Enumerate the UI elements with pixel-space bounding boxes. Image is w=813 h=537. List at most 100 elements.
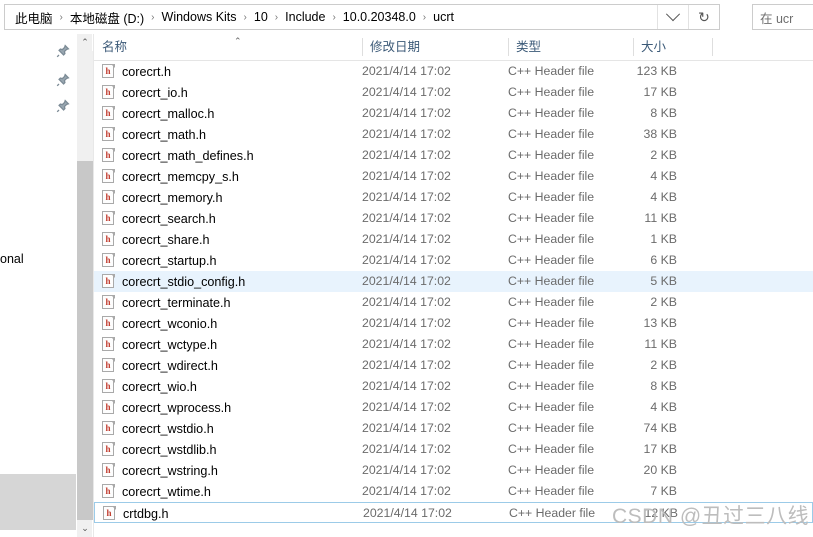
- scrollbar-track[interactable]: [77, 161, 93, 520]
- file-row[interactable]: h corecrt_wstdio.h 2021/4/14 17:02 C++ Head…: [94, 418, 813, 439]
- column-header-name[interactable]: 名称: [94, 34, 362, 60]
- column-header-type[interactable]: 类型: [508, 34, 633, 60]
- file-row[interactable]: h corecrt_wdirect.h 2021/4/14 17:02 C++ Hea…: [94, 355, 813, 376]
- file-row[interactable]: h corecrt_wtime.h 2021/4/14 17:02 C++ Heade…: [94, 481, 813, 502]
- search-box[interactable]: 在 ucr: [752, 4, 813, 30]
- file-size: 5 KB: [650, 274, 677, 288]
- file-name-cell[interactable]: h corecrt_math_defines.h: [102, 145, 254, 166]
- scroll-up-arrow-icon[interactable]: ⌃: [77, 34, 93, 51]
- file-type: C++ Header file: [508, 106, 595, 120]
- file-row[interactable]: h corecrt_terminate.h 2021/4/14 17:02 C++ H…: [94, 292, 813, 313]
- file-name-cell[interactable]: h corecrt_wstdio.h: [102, 418, 214, 439]
- file-name-cell[interactable]: h corecrt_wstdlib.h: [102, 439, 217, 460]
- file-name-cell[interactable]: h corecrt_stdio_config.h: [102, 271, 245, 292]
- file-row[interactable]: h corecrt_wstring.h 2021/4/14 17:02 C++ Hea…: [94, 460, 813, 481]
- file-type: C++ Header file: [509, 506, 596, 520]
- file-type: C++ Header file: [508, 379, 595, 393]
- file-name-label: corecrt_memcpy_s.h: [122, 169, 239, 184]
- file-row[interactable]: h corecrt_memcpy_s.h 2021/4/14 17:02 C++ He…: [94, 166, 813, 187]
- file-row[interactable]: h corecrt_startup.h 2021/4/14 17:02 C++ Hea…: [94, 250, 813, 271]
- file-date-modified: 2021/4/14 17:02: [362, 253, 451, 267]
- breadcrumb-item[interactable]: Include: [283, 9, 327, 25]
- file-name-cell[interactable]: h corecrt_memcpy_s.h: [102, 166, 239, 187]
- file-name-cell[interactable]: h corecrt_terminate.h: [102, 292, 231, 313]
- column-header-size[interactable]: 大小: [633, 34, 712, 60]
- pin-icon[interactable]: [56, 44, 70, 58]
- file-row[interactable]: h corecrt_malloc.h 2021/4/14 17:02 C++ Head…: [94, 103, 813, 124]
- file-row[interactable]: h corecrt_math.h 2021/4/14 17:02 C++ Header…: [94, 124, 813, 145]
- breadcrumb-item[interactable]: ucrt: [431, 9, 456, 25]
- h-header-file-icon: h: [102, 253, 115, 268]
- search-input[interactable]: 在 ucr: [760, 8, 793, 27]
- column-header-date-modified[interactable]: 修改日期: [362, 34, 508, 60]
- file-date-modified: 2021/4/14 17:02: [362, 106, 451, 120]
- file-row[interactable]: h corecrt_wconio.h 2021/4/14 17:02 C++ Head…: [94, 313, 813, 334]
- file-row[interactable]: h corecrt_wio.h 2021/4/14 17:02 C++ Header …: [94, 376, 813, 397]
- file-name-cell[interactable]: h corecrt_wprocess.h: [102, 397, 231, 418]
- breadcrumb-item[interactable]: 10.0.20348.0: [341, 9, 418, 25]
- file-name-cell[interactable]: h corecrt_wstring.h: [102, 460, 218, 481]
- file-name-cell[interactable]: h corecrt_startup.h: [102, 250, 217, 271]
- file-type: C++ Header file: [508, 295, 595, 309]
- file-date-modified: 2021/4/14 17:02: [362, 190, 451, 204]
- file-date-modified: 2021/4/14 17:02: [362, 274, 451, 288]
- address-history-dropdown-button[interactable]: [657, 5, 688, 29]
- file-name-cell[interactable]: h corecrt_wtime.h: [102, 481, 211, 502]
- file-name-cell[interactable]: h corecrt_malloc.h: [102, 103, 214, 124]
- file-name-label: corecrt_math_defines.h: [122, 148, 254, 163]
- scrollbar-thumb[interactable]: [77, 51, 93, 161]
- file-row[interactable]: h corecrt_wprocess.h 2021/4/14 17:02 C++ He…: [94, 397, 813, 418]
- breadcrumb-item[interactable]: 本地磁盘 (D:): [68, 7, 146, 28]
- file-name-label: crtdbg.h: [123, 506, 169, 521]
- file-size: 13 KB: [643, 316, 678, 330]
- file-type: C++ Header file: [508, 232, 595, 246]
- refresh-button[interactable]: ↻: [688, 5, 719, 29]
- file-name-cell[interactable]: h corecrt_wctype.h: [102, 334, 217, 355]
- file-name-cell[interactable]: h corecrt_search.h: [102, 208, 216, 229]
- file-size: 11 KB: [644, 211, 677, 225]
- file-date-modified: 2021/4/14 17:02: [362, 64, 451, 78]
- file-type: C++ Header file: [508, 169, 595, 183]
- file-name-cell[interactable]: h corecrt_wdirect.h: [102, 355, 218, 376]
- breadcrumb-item[interactable]: 此电脑: [13, 7, 55, 28]
- file-name-cell[interactable]: h corecrt_io.h: [102, 82, 188, 103]
- breadcrumb-item[interactable]: Windows Kits: [160, 9, 239, 25]
- pin-icon[interactable]: [56, 99, 70, 113]
- file-name-cell[interactable]: h corecrt_share.h: [102, 229, 210, 250]
- file-date-modified: 2021/4/14 17:02: [362, 169, 451, 183]
- breadcrumb-item[interactable]: 10: [252, 9, 270, 25]
- file-name-cell[interactable]: h corecrt_math.h: [102, 124, 206, 145]
- file-name-cell[interactable]: h corecrt_wio.h: [102, 376, 197, 397]
- file-row[interactable]: h corecrt_search.h 2021/4/14 17:02 C++ Head…: [94, 208, 813, 229]
- file-size: 20 KB: [643, 463, 678, 477]
- file-row[interactable]: h corecrt_wstdlib.h 2021/4/14 17:02 C++ Hea…: [94, 439, 813, 460]
- file-row[interactable]: h corecrt.h 2021/4/14 17:02 C++ Header file…: [94, 61, 813, 82]
- file-row[interactable]: h corecrt_share.h 2021/4/14 17:02 C++ Heade…: [94, 229, 813, 250]
- breadcrumb[interactable]: 此电脑 › 本地磁盘 (D:) › Windows Kits › 10 › Include › 10…: [5, 7, 657, 28]
- pin-icon[interactable]: [56, 73, 70, 87]
- nav-item-truncated-label[interactable]: onal: [0, 252, 24, 266]
- breadcrumb-bar[interactable]: 此电脑 › 本地磁盘 (D:) › Windows Kits › 10 › Include › 10…: [4, 4, 720, 30]
- file-row[interactable]: h corecrt_stdio_config.h 2021/4/14 17:02 C+…: [94, 271, 813, 292]
- file-name-cell[interactable]: h corecrt_memory.h: [102, 187, 223, 208]
- file-name-label: corecrt_share.h: [122, 232, 210, 247]
- file-row[interactable]: h crtdbg.h 2021/4/14 17:02 C++ Header file 1…: [94, 502, 813, 523]
- column-divider[interactable]: [712, 38, 713, 56]
- file-row[interactable]: h corecrt_memory.h 2021/4/14 17:02 C++ Head…: [94, 187, 813, 208]
- file-name-cell[interactable]: h corecrt_wconio.h: [102, 313, 217, 334]
- file-row[interactable]: h corecrt_io.h 2021/4/14 17:02 C++ Header f…: [94, 82, 813, 103]
- scroll-down-arrow-icon[interactable]: ⌄: [77, 520, 93, 537]
- h-header-file-icon: h: [102, 442, 115, 457]
- file-type: C++ Header file: [508, 148, 595, 162]
- file-row[interactable]: h corecrt_math_defines.h 2021/4/14 17:02 C+…: [94, 145, 813, 166]
- file-name-cell[interactable]: h crtdbg.h: [103, 503, 169, 524]
- file-name-label: corecrt_wtime.h: [122, 484, 211, 499]
- file-name-cell[interactable]: h corecrt.h: [102, 61, 171, 82]
- h-header-file-icon: h: [102, 337, 115, 352]
- file-name-label: corecrt_wdirect.h: [122, 358, 218, 373]
- file-size: 4 KB: [650, 190, 677, 204]
- navigation-pane-scrollbar[interactable]: ⌃ ⌄: [76, 34, 93, 537]
- file-row[interactable]: h corecrt_wctype.h 2021/4/14 17:02 C++ Head…: [94, 334, 813, 355]
- h-header-file-icon: h: [102, 358, 115, 373]
- file-type: C++ Header file: [508, 442, 595, 456]
